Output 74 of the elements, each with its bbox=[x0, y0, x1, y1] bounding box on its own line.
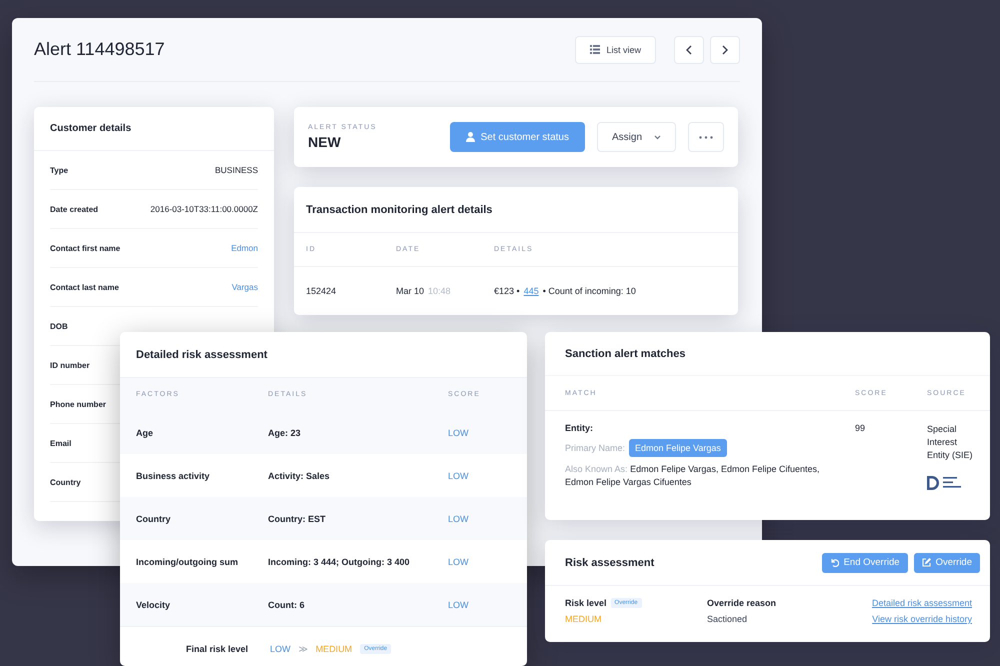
field-label: DOB bbox=[50, 322, 68, 330]
time-text: 10:48 bbox=[428, 286, 451, 296]
details-link[interactable]: 445 bbox=[524, 286, 539, 296]
table-cell-text: Incoming/outgoing sum bbox=[136, 556, 239, 566]
table-cell-text: Country: EST bbox=[268, 514, 326, 524]
chevron-right-icon bbox=[721, 44, 729, 54]
assign-dropdown[interactable]: Assign bbox=[596, 122, 676, 152]
detailed-assessment-link[interactable]: Detailed risk assessment bbox=[872, 598, 972, 608]
more-icon bbox=[699, 136, 713, 138]
end-override-button[interactable]: End Override bbox=[822, 552, 908, 572]
final-risk-label: Final risk level bbox=[186, 644, 248, 654]
field-label: Type bbox=[50, 166, 68, 174]
field-label: Phone number bbox=[50, 400, 106, 408]
card-title: Risk assessment bbox=[565, 556, 654, 568]
table-cell-text: Velocity bbox=[136, 600, 172, 610]
risk-level-text: LOW bbox=[270, 644, 291, 654]
source-text: Special Interest Entity (SIE) bbox=[927, 423, 974, 462]
undo-icon bbox=[830, 558, 839, 567]
risk-level-text: MEDIUM bbox=[316, 644, 352, 654]
field-label: Contact first name bbox=[50, 244, 120, 252]
field-label: ID number bbox=[50, 360, 90, 370]
table-cell-text: Count: 6 bbox=[268, 600, 306, 610]
field-label: Country bbox=[50, 478, 81, 486]
score-text: LOW bbox=[448, 470, 470, 480]
list-view-button[interactable]: List view bbox=[575, 36, 656, 64]
next-button[interactable] bbox=[710, 36, 740, 64]
person-icon bbox=[466, 132, 475, 142]
entity-label: Entity: bbox=[565, 423, 594, 433]
field-label: Contact last name bbox=[50, 282, 119, 292]
field-label: Risk level bbox=[565, 598, 607, 608]
table-cell-text: Country bbox=[136, 514, 172, 524]
alert-title: Alert 114498517 bbox=[34, 39, 166, 60]
score-text: LOW bbox=[448, 514, 470, 524]
table-cell-text: Age: 23 bbox=[268, 428, 302, 438]
edit-icon bbox=[922, 558, 931, 567]
field-link[interactable]: Vargas bbox=[232, 282, 258, 292]
table-cell-text: Age bbox=[136, 428, 154, 438]
list-icon bbox=[590, 45, 600, 54]
name-tag: Edmon Felipe Vargas bbox=[629, 439, 727, 457]
override-history-link[interactable]: View risk override history bbox=[872, 614, 972, 624]
card-title: Detailed risk assessment bbox=[136, 348, 268, 360]
override-button[interactable]: Override bbox=[914, 552, 980, 572]
field-label: Email bbox=[50, 438, 72, 448]
source-logo-drawing bbox=[927, 476, 961, 490]
previous-button[interactable] bbox=[674, 36, 704, 64]
date-text: Mar 10 bbox=[396, 286, 424, 296]
field-label: Override reason bbox=[707, 598, 778, 608]
table-cell-text: Activity: Sales bbox=[268, 470, 331, 480]
alias-text: Also Known As: Edmon Felipe Vargas, Edmon Felipe Cifuentes, Edmon Felipe Vargas Cifuentes bbox=[565, 463, 820, 490]
score-text: LOW bbox=[448, 600, 470, 610]
score-text: LOW bbox=[448, 428, 470, 438]
chevron-left-icon bbox=[685, 44, 693, 54]
more-button[interactable] bbox=[688, 122, 724, 152]
field-label: Date created bbox=[50, 204, 98, 214]
field-value: 2016-03-10T33:11:00.0000Z bbox=[150, 204, 258, 214]
table-cell-text: 152424 bbox=[306, 286, 338, 296]
table-cell-text: Incoming: 3 444; Outgoing: 3 400 bbox=[268, 556, 411, 566]
details-text: €123 • bbox=[494, 286, 520, 296]
field-label: Primary Name: bbox=[565, 443, 626, 453]
caret-icon bbox=[654, 134, 661, 140]
override-reason-text: Sactioned bbox=[707, 614, 748, 624]
table-cell-text: Business activity bbox=[136, 470, 211, 480]
score-text: LOW bbox=[448, 556, 470, 566]
field-value: BUSINESS bbox=[215, 165, 258, 175]
risk-level-text: MEDIUM bbox=[565, 614, 602, 624]
field-link[interactable]: Edmon bbox=[231, 243, 258, 253]
status-value: NEW bbox=[308, 134, 342, 150]
card-title: Customer details bbox=[50, 123, 132, 134]
details-text: • Count of incoming: 10 bbox=[542, 286, 636, 296]
score-text: 99 bbox=[855, 423, 866, 435]
set-status-button[interactable]: Set customer status bbox=[450, 122, 585, 152]
card-title: Sanction alert matches bbox=[565, 348, 686, 360]
separator-text: ≫ bbox=[298, 644, 308, 654]
card-title: Transaction monitoring alert details bbox=[306, 204, 492, 216]
